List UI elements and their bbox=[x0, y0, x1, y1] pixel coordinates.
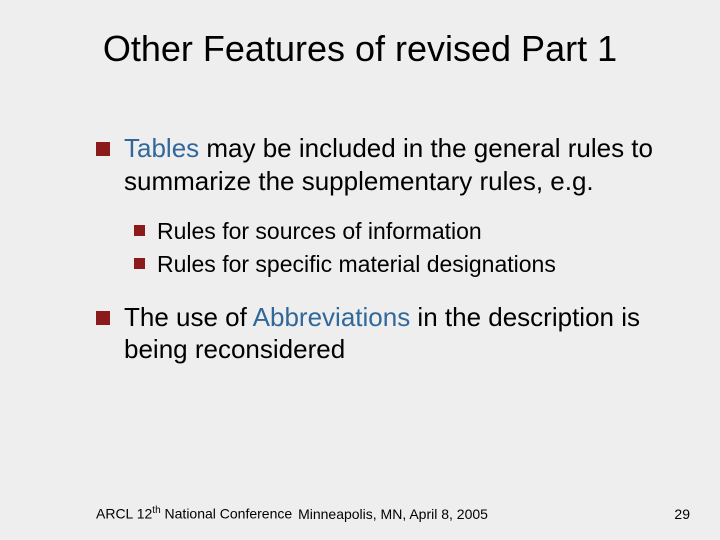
bullet-item: The use of Abbreviations in the descript… bbox=[96, 301, 660, 366]
bullet-suffix: may be included in the general rules to … bbox=[124, 133, 653, 196]
slide-number: 29 bbox=[674, 506, 690, 522]
sub-bullet-list: Rules for sources of information Rules f… bbox=[134, 217, 660, 279]
bullet-text: Tables may be included in the general ru… bbox=[124, 132, 660, 197]
slide-title: Other Features of revised Part 1 bbox=[0, 28, 720, 70]
footer-left-a: ARCL 12 bbox=[96, 506, 152, 522]
footer-left-sup: th bbox=[152, 505, 160, 516]
bullet-icon bbox=[96, 311, 110, 325]
sub-bullet-text: Rules for sources of information bbox=[157, 217, 482, 246]
keyword: Tables bbox=[124, 133, 199, 163]
footer: Minneapolis, MN, April 8, 2005 ARCL 12th… bbox=[96, 505, 690, 522]
sub-bullet-item: Rules for sources of information bbox=[134, 217, 660, 246]
sub-bullet-item: Rules for specific material designations bbox=[134, 250, 660, 279]
keyword: Abbreviations bbox=[253, 302, 411, 332]
bullet-icon bbox=[134, 258, 145, 269]
slide-content: Tables may be included in the general ru… bbox=[96, 132, 660, 386]
bullet-text: The use of Abbreviations in the descript… bbox=[124, 301, 660, 366]
slide: Other Features of revised Part 1 Tables … bbox=[0, 0, 720, 540]
bullet-icon bbox=[96, 142, 110, 156]
sub-bullet-text: Rules for specific material designations bbox=[157, 250, 556, 279]
footer-left: ARCL 12th National Conference bbox=[96, 505, 292, 522]
bullet-icon bbox=[134, 225, 145, 236]
bullet-item: Tables may be included in the general ru… bbox=[96, 132, 660, 197]
footer-left-b: National Conference bbox=[161, 506, 293, 522]
bullet-prefix: The use of bbox=[124, 302, 253, 332]
